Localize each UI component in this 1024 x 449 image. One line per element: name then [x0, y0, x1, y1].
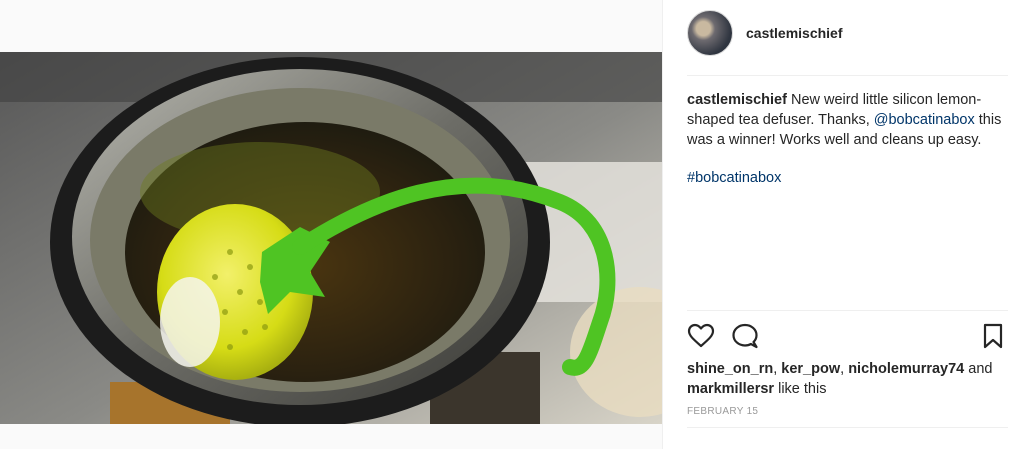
- post-header: castlemischief: [687, 10, 843, 56]
- actions-divider: [687, 310, 1008, 311]
- comment-button[interactable]: [731, 322, 759, 350]
- avatar[interactable]: [687, 10, 733, 56]
- header-username[interactable]: castlemischief: [746, 25, 843, 41]
- likes-summary: shine_on_rn, ker_pow, nicholemurray74 an…: [687, 359, 1007, 399]
- liker-link[interactable]: ker_pow: [781, 361, 840, 377]
- comment-icon: [732, 323, 758, 349]
- post-date[interactable]: FEBRUARY 15: [687, 406, 758, 417]
- likes-and-text: and: [964, 361, 993, 377]
- liker-link[interactable]: markmillersr: [687, 381, 774, 397]
- post-actions-bar: [687, 322, 1005, 350]
- liker-link[interactable]: nicholemurray74: [848, 361, 964, 377]
- post-details-panel: castlemischief castlemischief New weird …: [662, 0, 1024, 449]
- post-photo-pane: [0, 0, 662, 449]
- likes-suffix: like this: [774, 381, 827, 397]
- post-photo[interactable]: [0, 52, 662, 424]
- liker-link[interactable]: shine_on_rn: [687, 361, 773, 377]
- footer-divider: [687, 427, 1008, 428]
- likes-separator: ,: [840, 361, 849, 377]
- caption-mention-link[interactable]: @bobcatinabox: [874, 112, 975, 128]
- post-caption: castlemischief New weird little silicon …: [687, 90, 1007, 188]
- save-button[interactable]: [979, 322, 1007, 350]
- header-divider: [687, 75, 1008, 76]
- like-button[interactable]: [687, 322, 715, 350]
- caption-hashtag-link[interactable]: #bobcatinabox: [687, 170, 781, 186]
- caption-username[interactable]: castlemischief: [687, 92, 787, 108]
- heart-icon: [687, 323, 715, 348]
- bookmark-icon: [983, 323, 1003, 349]
